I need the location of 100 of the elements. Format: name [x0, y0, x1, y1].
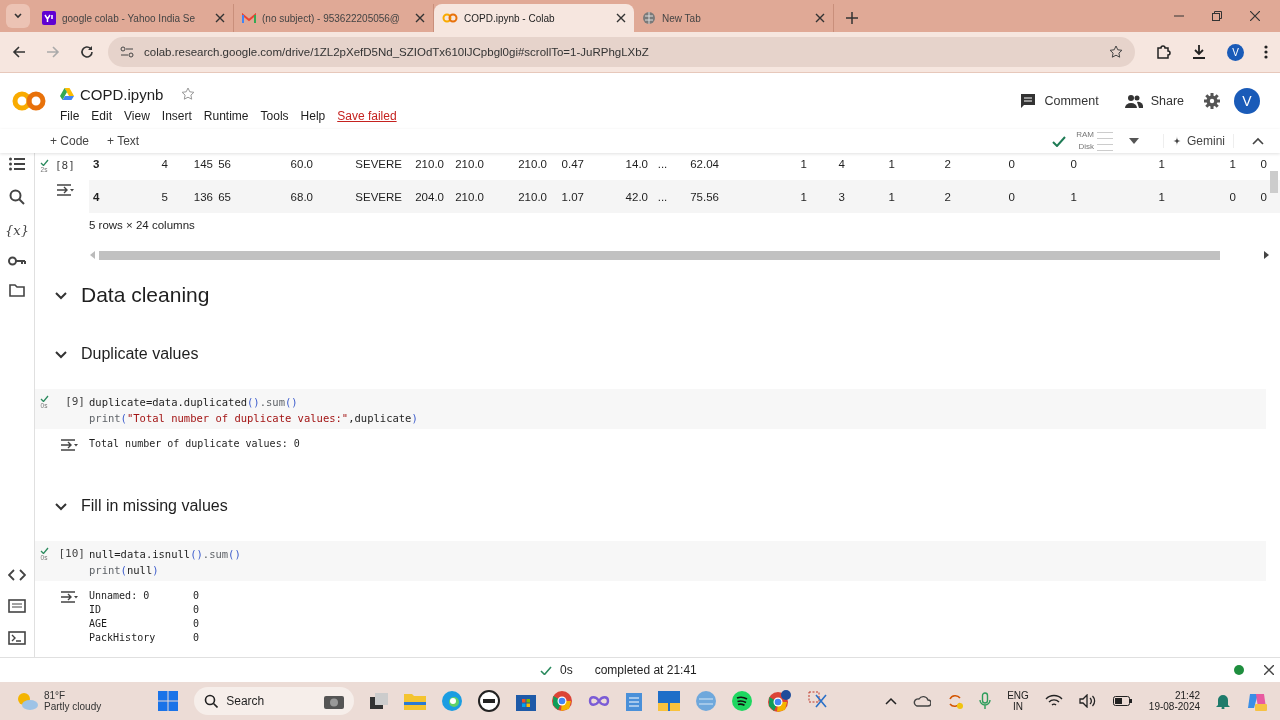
- sync-icon[interactable]: [947, 693, 964, 709]
- table-cell-text: 14.0: [624, 157, 648, 170]
- globe-icon: [642, 11, 656, 25]
- profile-avatar[interactable]: V: [1227, 43, 1244, 61]
- save-status-link[interactable]: Save failed: [337, 108, 397, 123]
- infinity-icon[interactable]: [588, 695, 611, 707]
- menu-item[interactable]: Insert: [161, 108, 192, 123]
- menu-item[interactable]: Edit: [91, 108, 113, 123]
- extensions-icon[interactable]: [1155, 44, 1171, 60]
- colab-logo[interactable]: [12, 91, 46, 111]
- code-editor[interactable]: duplicate=data.duplicated().sum() print("Total number of duplicate values:",duplicate): [89, 389, 1266, 429]
- notebook-title[interactable]: COPD.ipynb: [80, 85, 164, 103]
- app-window-icon[interactable]: [658, 691, 681, 711]
- chrome-icon[interactable]: [768, 690, 793, 712]
- close-icon[interactable]: [415, 13, 425, 23]
- browser-icon[interactable]: [442, 691, 463, 711]
- menu-item[interactable]: File: [60, 108, 80, 123]
- comment-button[interactable]: Comment: [1014, 89, 1105, 113]
- bell-icon[interactable]: [1216, 693, 1230, 709]
- table-cell-text: 1: [799, 157, 807, 170]
- search-icon: [204, 694, 219, 708]
- chevron-down-icon[interactable]: [55, 289, 67, 301]
- table-of-contents-icon[interactable]: [9, 157, 25, 171]
- execution-count: [9]: [64, 395, 86, 410]
- chevron-down-icon[interactable]: [55, 348, 67, 360]
- colab-icon: [442, 13, 458, 23]
- notepad-icon[interactable]: [626, 691, 643, 711]
- resources-indicator[interactable]: RAM Disk: [1076, 129, 1113, 153]
- key-icon[interactable]: [8, 256, 26, 266]
- close-icon[interactable]: [215, 13, 225, 23]
- address-bar[interactable]: colab.research.google.com/drive/1ZL2pXefD5Nd_SZIOdTx610lJCpbgl0gi#scrollTo=1-JuRPhgLXbZ: [108, 37, 1135, 67]
- start-icon[interactable]: [158, 691, 179, 711]
- speaker-icon[interactable]: [1078, 694, 1097, 708]
- battery-icon[interactable]: [1112, 696, 1133, 706]
- output-toggle-icon[interactable]: [60, 591, 78, 603]
- close-icon[interactable]: [1264, 665, 1274, 675]
- close-icon[interactable]: [815, 13, 825, 23]
- back-icon[interactable]: [12, 45, 26, 59]
- language-text[interactable]: ENG: [1007, 690, 1029, 701]
- folder-icon[interactable]: [9, 284, 25, 297]
- clock-time[interactable]: 21:42: [1175, 690, 1200, 701]
- star-icon[interactable]: [181, 87, 196, 101]
- vertical-scrollbar[interactable]: [1270, 171, 1278, 193]
- table-cell-text: 210.0: [517, 190, 547, 203]
- reload-icon[interactable]: [80, 45, 94, 59]
- microphone-icon[interactable]: [979, 692, 992, 710]
- dropdown-icon[interactable]: [1129, 138, 1139, 144]
- close-icon[interactable]: [616, 13, 626, 23]
- cloud-icon[interactable]: [913, 695, 932, 707]
- task-view-icon[interactable]: [370, 693, 389, 709]
- command-palette-icon[interactable]: [8, 599, 26, 613]
- more-icon[interactable]: [1264, 45, 1268, 59]
- tab-search-button[interactable]: [6, 4, 30, 28]
- browser-tab[interactable]: COPD.ipynb - Colab: [434, 4, 634, 32]
- download-icon[interactable]: [1191, 44, 1207, 60]
- site-info-icon[interactable]: [120, 46, 134, 58]
- user-avatar[interactable]: V: [1234, 88, 1260, 114]
- code-editor[interactable]: null=data.isnull().sum() print(null): [89, 541, 1266, 581]
- share-button[interactable]: Share: [1118, 90, 1190, 112]
- chevron-down-icon[interactable]: [55, 500, 67, 512]
- close-icon[interactable]: [1250, 11, 1260, 21]
- table-cell-text: 68.0: [289, 190, 313, 203]
- wifi-icon[interactable]: [1044, 694, 1063, 708]
- menu-item[interactable]: Runtime: [203, 108, 249, 123]
- spotify-icon[interactable]: [732, 691, 753, 711]
- chrome-icon[interactable]: [552, 691, 573, 711]
- menu-item[interactable]: View: [124, 108, 150, 123]
- settings-icon[interactable]: [1204, 93, 1220, 109]
- search-icon[interactable]: [9, 189, 25, 205]
- new-tab-icon[interactable]: [846, 12, 858, 24]
- terminal-icon[interactable]: [8, 631, 26, 645]
- table-shape-text: 5 rows × 24 columns: [89, 219, 196, 231]
- restore-icon[interactable]: [1212, 11, 1222, 21]
- output-text: AGE: [89, 617, 109, 631]
- url-text: colab.research.google.com/drive/1ZL2pXefD5Nd_SZIOdTx610lJCpbgl0gi#scrollTo=1-JuRPhgLXbZ: [144, 46, 649, 58]
- code-brackets-icon[interactable]: [8, 569, 26, 581]
- bookmark-star-icon[interactable]: [1109, 45, 1123, 59]
- output-toggle-icon[interactable]: [55, 184, 74, 196]
- clock-date[interactable]: 19-08-2024: [1148, 701, 1200, 712]
- table-cell-text: 1: [1157, 190, 1165, 203]
- menu-item[interactable]: Help: [300, 108, 326, 123]
- table-cell-text: 145: [192, 157, 213, 170]
- horizontal-scrollbar[interactable]: [89, 249, 1270, 261]
- add-code-button[interactable]: + Code: [46, 134, 94, 148]
- mail-icon: [242, 12, 256, 24]
- chevron-up-icon[interactable]: [1252, 137, 1264, 145]
- variables-icon[interactable]: {x}: [5, 223, 29, 238]
- app-icon[interactable]: [478, 690, 501, 712]
- chevron-up-icon[interactable]: [885, 697, 898, 705]
- gemini-button[interactable]: Gemini: [1163, 134, 1234, 148]
- region-text[interactable]: IN: [1013, 701, 1023, 712]
- table-cell-text: 5: [160, 190, 168, 203]
- table-cell-text: 2: [943, 190, 951, 203]
- taskbar-search-field[interactable]: Search: [194, 687, 355, 715]
- table-cell-text: 60.0: [289, 157, 313, 170]
- menu-item[interactable]: Tools: [260, 108, 289, 123]
- output-toggle-icon[interactable]: [60, 439, 78, 451]
- table-cell-text: 1: [887, 190, 895, 203]
- add-text-button[interactable]: + Text: [103, 134, 144, 148]
- scroll-right-icon[interactable]: [1264, 251, 1270, 259]
